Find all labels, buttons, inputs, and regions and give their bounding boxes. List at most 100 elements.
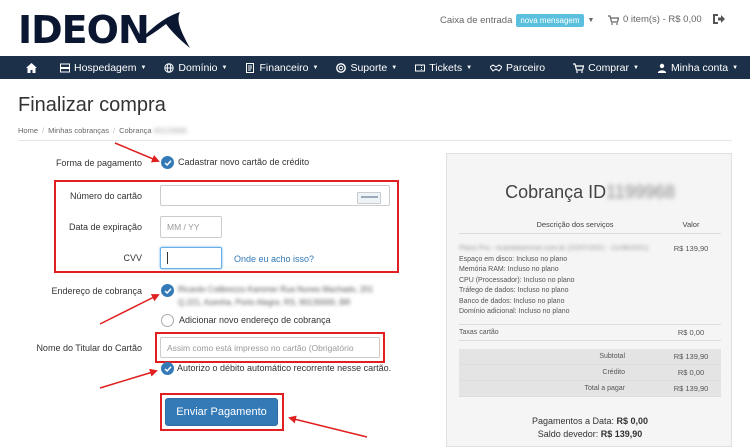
- subtotal-row: Subtotal R$ 139,90: [459, 348, 721, 365]
- cart-summary[interactable]: 0 item(s) - R$ 0,00: [608, 14, 702, 25]
- billing-address-text: Ricardo Colibrezzo Kammer Rua Nunes Mach…: [178, 285, 374, 307]
- logout-icon[interactable]: [712, 12, 726, 26]
- service-detail: Espaço em disco: Incluso no plano: [459, 255, 568, 263]
- inbox-label: Caixa de entrada: [440, 15, 513, 26]
- payment-method-label: Forma de pagamento: [55, 158, 142, 168]
- chevron-down-icon: ▼: [632, 64, 639, 71]
- billing-address-radio[interactable]: [161, 284, 174, 297]
- nav-label: Tickets: [429, 61, 463, 74]
- new-card-option-label: Cadastrar novo cartão de crédito: [178, 157, 310, 167]
- nav-home[interactable]: [0, 56, 51, 79]
- service-detail: Banco de dados: Incluso no plano: [459, 297, 565, 305]
- breadcrumb-separator: /: [112, 126, 116, 135]
- billing-address-label: Endereço de cobrança: [51, 286, 142, 296]
- lifebuoy-icon: [336, 62, 347, 73]
- ideon-logo[interactable]: IDEON: [18, 6, 190, 50]
- service-value: R$ 139,90: [673, 244, 709, 253]
- breadcrumb-redacted-id: #0115668: [153, 126, 187, 135]
- arrow-to-billing-address: [99, 294, 160, 325]
- ticket-icon: [415, 64, 426, 71]
- invoice-service-row: Plano Pro - ricardokammer.com.br (22/07/…: [459, 234, 721, 325]
- nav-label: Hospedagem: [74, 61, 137, 74]
- chevron-down-icon: ▼: [140, 64, 147, 71]
- new-card-radio[interactable]: [161, 156, 174, 169]
- nav-label: Domínio: [178, 61, 218, 74]
- cart-icon: [608, 14, 619, 25]
- chevron-down-icon: ▼: [732, 64, 739, 71]
- autodebit-checkbox[interactable]: [161, 362, 174, 375]
- invoice-table-header: Descrição dos serviços Valor: [459, 220, 721, 234]
- service-redacted-line: Plano Pro - ricardokammer.com.br (22/07/…: [459, 245, 649, 252]
- nav-comprar[interactable]: Comprar ▼: [564, 56, 648, 79]
- invoice-title: Cobrança ID1199968: [505, 182, 675, 202]
- cart-icon: [573, 62, 585, 73]
- bird-logo-icon: [138, 12, 190, 48]
- arrow-to-submit-button: [288, 415, 368, 438]
- server-icon: [60, 63, 70, 72]
- invoice-summary-panel: Cobrança ID1199968 Descrição dos serviço…: [446, 153, 732, 447]
- nav-minha-conta[interactable]: Minha conta ▼: [648, 56, 747, 79]
- new-message-badge: nova mensagem: [516, 14, 584, 27]
- nav-label: Suporte: [350, 61, 388, 74]
- credit-label: Crédito: [602, 368, 625, 376]
- taxes-value: R$ 0,00: [677, 327, 705, 337]
- payments-to-date: Pagamentos a Data: R$ 0,00: [531, 416, 649, 426]
- service-detail: CPU (Processador): Incluso no plano: [459, 276, 575, 284]
- subtotal-label: Subtotal: [599, 352, 625, 360]
- annotation-highlight-card: [54, 180, 399, 273]
- nav-label: Comprar: [588, 61, 629, 74]
- total-row: Total a pagar R$ 139,90: [459, 380, 721, 397]
- nav-financeiro[interactable]: Financeiro ▼: [236, 56, 327, 79]
- balance-due: Saldo devedor: R$ 139,90: [537, 429, 643, 439]
- chevron-down-icon: ▼: [587, 17, 595, 24]
- service-description: Plano Pro - ricardokammer.com.br (22/07/…: [459, 244, 661, 318]
- breadcrumb: Home / Minhas cobranças / Cobrança #0115…: [18, 126, 187, 135]
- credit-row: Crédito R$ 0,00: [459, 364, 721, 381]
- breadcrumb-separator: /: [42, 126, 45, 135]
- chevron-down-icon: ▼: [312, 64, 319, 71]
- nav-hospedagem[interactable]: Hospedagem ▼: [51, 56, 155, 79]
- annotation-highlight-holder: [155, 332, 385, 363]
- globe-icon: [164, 62, 175, 73]
- cart-label: 0 item(s) - R$ 0,00: [623, 14, 702, 25]
- breadcrumb-current: Cobrança #0115668: [119, 126, 187, 135]
- invoice-table: Descrição dos serviços Valor Plano Pro -…: [459, 220, 721, 397]
- autodebit-label: Autorizo o débito automático recorrente …: [177, 363, 392, 373]
- handshake-icon: [490, 63, 503, 72]
- chevron-down-icon: ▼: [391, 64, 398, 71]
- subtotal-value: R$ 139,90: [673, 351, 709, 361]
- annotation-highlight-button: [160, 393, 284, 431]
- service-detail: Domínio adicional: Incluso no plano: [459, 308, 570, 315]
- page-title: Finalizar compra: [18, 94, 166, 116]
- nav-suporte[interactable]: Suporte ▼: [327, 56, 406, 79]
- home-icon: [26, 62, 37, 73]
- divider: [18, 140, 732, 141]
- nav-dominio[interactable]: Domínio ▼: [155, 56, 236, 79]
- breadcrumb-invoices[interactable]: Minhas cobranças: [48, 126, 109, 135]
- nav-parceiro[interactable]: Parceiro: [481, 56, 554, 79]
- main-navbar: Hospedagem ▼ Domínio ▼ Financeiro ▼ Supo…: [0, 56, 750, 79]
- chevron-down-icon: ▼: [221, 64, 228, 71]
- nav-label: Parceiro: [506, 61, 546, 74]
- user-icon: [657, 63, 667, 73]
- inbox-menu[interactable]: Caixa de entrada nova mensagem ▼: [440, 14, 594, 27]
- service-detail: Memória RAM: Incluso no plano: [459, 266, 559, 273]
- chevron-down-icon: ▼: [466, 64, 473, 71]
- col-value: Valor: [682, 220, 700, 229]
- credit-value: R$ 0,00: [677, 367, 705, 377]
- check-icon: [163, 287, 172, 294]
- taxes-row: Taxas cartão R$ 0,00: [459, 325, 721, 341]
- breadcrumb-home[interactable]: Home: [18, 126, 38, 135]
- arrow-to-autodebit: [99, 368, 158, 389]
- invoice-redacted-id: 1199968: [606, 182, 675, 202]
- nav-label: Minha conta: [670, 61, 729, 74]
- add-address-label: Adicionar novo endereço de cobrança: [179, 315, 331, 325]
- check-icon: [163, 365, 172, 372]
- service-detail: Tráfego de dados: Incluso no plano: [459, 287, 569, 294]
- total-value: R$ 139,90: [673, 383, 709, 393]
- add-address-radio[interactable]: [161, 314, 174, 327]
- total-label: Total a pagar: [584, 384, 625, 392]
- check-icon: [163, 159, 172, 166]
- nav-tickets[interactable]: Tickets ▼: [406, 56, 481, 79]
- nav-label: Financeiro: [259, 61, 309, 74]
